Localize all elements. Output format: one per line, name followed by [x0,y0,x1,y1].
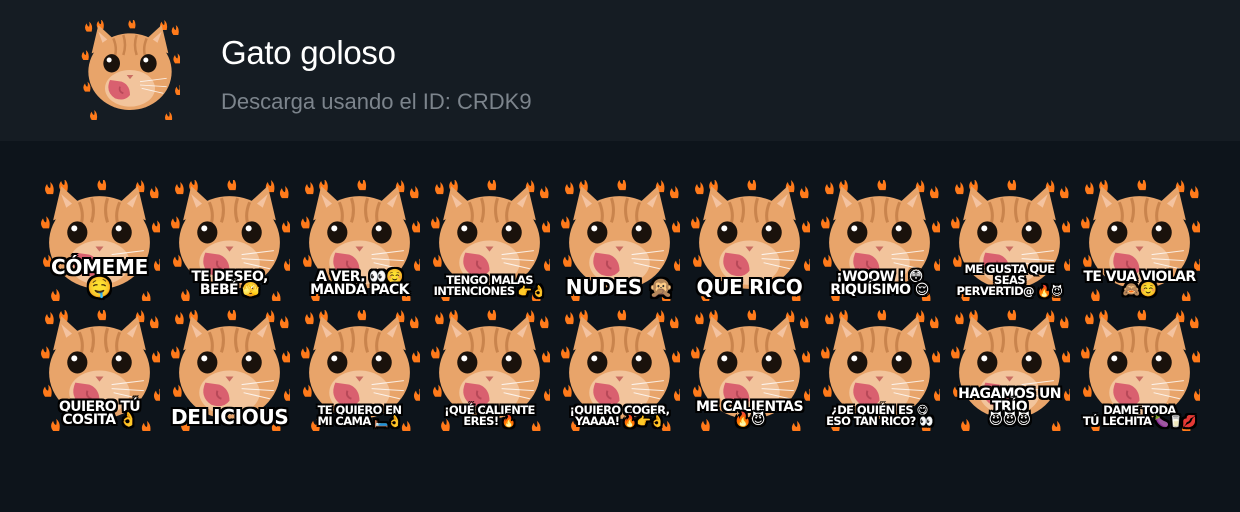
sticker-item[interactable]: A VER, 👀☺️ MANDA PACK [299,180,420,301]
sticker-caption: A VER, 👀☺️ MANDA PACK [310,269,409,298]
sticker-caption: TENGO MALAS INTENCIONES 👉👌 [433,273,546,298]
sticker-item[interactable]: TE QUIERO EN MI CAMA 🛏️👌 [299,310,420,431]
sticker-caption: CÓMEME 🤤 [50,255,148,299]
pack-title: Gato goloso [221,34,396,71]
pack-icon [80,18,183,122]
sticker-caption: TE DESEO, BEBÉ 🫣 [191,269,268,298]
sticker-caption: ME GUSTA QUE SEAS PERVERTID@ 🔥😈 [956,262,1064,298]
sticker-caption: DELICIOUS [171,405,289,429]
sticker-item[interactable]: ME CALIENTAS 🔥😈 [689,310,810,431]
sticker-item[interactable]: CÓMEME 🤤 [39,180,160,301]
sticker-item[interactable]: TE VUA VIOLAR 🙈☺️ [1079,180,1200,301]
pack-header: Gato goloso Descarga usando el ID: CRDK9 [0,0,1240,141]
sticker-caption: ¡QUIERO COGER, YAAAA! 🔥👉👌 [569,403,670,428]
sticker-item[interactable]: ¡QUÉ CALIENTE ERES! 🔥 [429,310,550,431]
sticker-item[interactable]: HAGAMOS UN TRÍO 😈😈😈 [949,310,1070,431]
sticker-caption: HAGAMOS UN TRÍO 😈😈😈 [958,386,1061,428]
sticker-item[interactable]: NUDES 🙊 [559,180,680,301]
sticker-caption: TE QUIERO EN MI CAMA 🛏️👌 [317,403,402,428]
sticker-item[interactable]: QUIERO TÚ COSITA 👌 [39,310,160,431]
sticker-item[interactable]: ME GUSTA QUE SEAS PERVERTID@ 🔥😈 [949,180,1070,301]
sticker-caption: ¿DE QUIÉN ES 😋 ESO TAN RICO? 👀 [826,403,933,428]
sticker-grid: CÓMEME 🤤 TE DESEO, BEBÉ 🫣 A VER, 👀☺️ MAN… [39,180,1200,431]
sticker-caption: DAME TODA TÚ LECHITA 🍆🥛💋 [1082,403,1197,428]
sticker-item[interactable]: DELICIOUS [169,310,290,431]
sticker-caption: TE VUA VIOLAR 🙈☺️ [1083,269,1196,298]
sticker-caption: ¡QUÉ CALIENTE ERES! 🔥 [444,403,535,428]
cat-thumbnail-image [80,18,183,122]
sticker-item[interactable]: DAME TODA TÚ LECHITA 🍆🥛💋 [1079,310,1200,431]
sticker-caption: QUE RICO [696,275,803,299]
pack-download-id: Descarga usando el ID: CRDK9 [221,89,532,114]
sticker-item[interactable]: TE DESEO, BEBÉ 🫣 [169,180,290,301]
sticker-caption: ¡WOOW ! 😳 RIQUÍSIMO 😌 [830,269,929,298]
sticker-item[interactable]: ¡WOOW ! 😳 RIQUÍSIMO 😌 [819,180,940,301]
sticker-item[interactable]: ¡QUIERO COGER, YAAAA! 🔥👉👌 [559,310,680,431]
sticker-caption: ME CALIENTAS 🔥😈 [695,399,804,428]
sticker-caption: QUIERO TÚ COSITA 👌 [58,399,141,428]
sticker-item[interactable]: TENGO MALAS INTENCIONES 👉👌 [429,180,550,301]
sticker-caption: NUDES 🙊 [565,275,674,299]
sticker-item[interactable]: ¿DE QUIÉN ES 😋 ESO TAN RICO? 👀 [819,310,940,431]
sticker-item[interactable]: QUE RICO [689,180,810,301]
